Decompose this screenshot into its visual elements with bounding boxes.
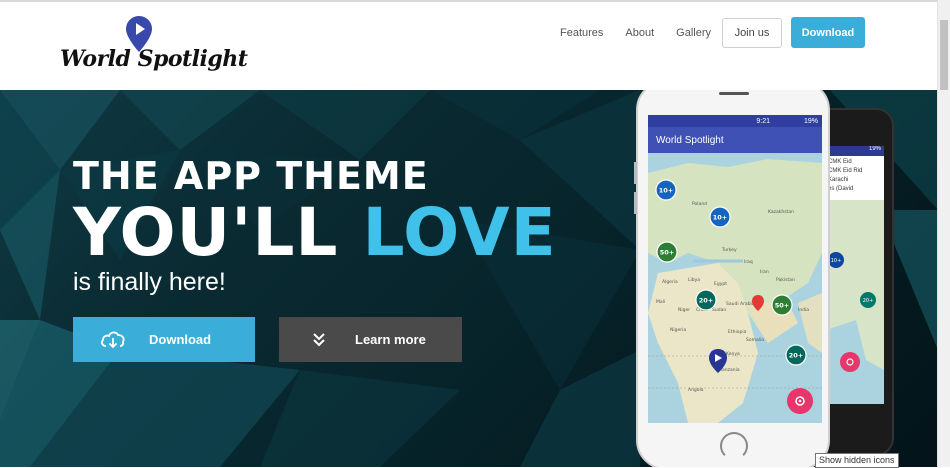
- scrollbar-thumb[interactable]: [940, 20, 948, 90]
- page-scrollbar[interactable]: [937, 0, 950, 467]
- cloud-download-icon: [93, 330, 133, 350]
- hero-heading-youll: YOU'LL: [73, 194, 339, 271]
- map-label: Libya: [688, 277, 700, 283]
- map-label: Angola: [688, 387, 704, 393]
- phone-screen: 9:21 19% World Spotlight Libya Egypt Sau…: [648, 115, 822, 423]
- hero-heading-line2: YOU'LL LOVE: [73, 194, 557, 271]
- map-cluster-label: 50+: [660, 249, 675, 257]
- phone-battery: 19%: [803, 117, 818, 125]
- map-label: Ethiopia: [728, 329, 747, 335]
- phone-map: Libya Egypt Saudi Arabia Sudan Iran Indi…: [648, 153, 822, 423]
- map-label: Poland: [692, 201, 707, 207]
- map-label: Niger: [678, 307, 690, 313]
- map-label: India: [798, 307, 809, 313]
- taskbar-tooltip: Show hidden icons: [815, 453, 899, 468]
- phone-back-list-line: CMK Eid: [828, 159, 852, 165]
- map-label: Mali: [656, 299, 665, 305]
- map-label: Nigeria: [670, 327, 686, 333]
- map-cluster-label: 50+: [775, 302, 790, 310]
- phone-status-bar: 9:21 19%: [648, 115, 822, 127]
- phone-back-list-line: Karachi: [828, 177, 849, 183]
- hero-download-button[interactable]: Download: [73, 317, 255, 362]
- map-label: Saudi Arabia: [726, 301, 755, 307]
- map-label: Algeria: [662, 279, 678, 285]
- brand-logo[interactable]: World Spotlight: [60, 16, 248, 78]
- learn-more-label: Learn more: [355, 332, 426, 347]
- phone-volume-button: [634, 192, 637, 214]
- map-label: Somalia: [746, 337, 764, 343]
- main-nav: Features About Gallery: [560, 18, 733, 48]
- nav-gallery[interactable]: Gallery: [676, 27, 711, 39]
- phone-app-bar: World Spotlight: [648, 127, 822, 153]
- phone-mockup-front: 9:21 19% World Spotlight Libya Egypt Sau…: [634, 90, 830, 467]
- map-label: Egypt: [714, 281, 727, 287]
- hero-heading-love: LOVE: [362, 194, 557, 271]
- join-us-button[interactable]: Join us: [722, 18, 782, 48]
- map-cluster-label: 10+: [713, 214, 728, 222]
- double-chevron-down-icon: [299, 332, 339, 347]
- map-label: Kenya: [726, 351, 740, 357]
- nav-features[interactable]: Features: [560, 27, 603, 39]
- map-label: Turkey: [721, 247, 737, 253]
- hero-section: THE APP THEME YOU'LL LOVE is finally her…: [0, 90, 938, 467]
- map-label: Iraq: [744, 259, 753, 265]
- phone-back-list-line: es (David: [828, 186, 854, 192]
- phone-back-map: 10+ 20+: [826, 200, 884, 404]
- map-label: Kazakhstan: [768, 209, 794, 215]
- learn-more-button[interactable]: Learn more: [279, 317, 462, 362]
- phone-back-list-line: CMK Eid Rid: [828, 168, 863, 174]
- phone-back-status-bar: 19%: [826, 146, 884, 156]
- phone-back-cluster-label: 10+: [831, 258, 842, 264]
- phone-back-screen: 19% CMK Eid CMK Eid Rid Karachi es (Davi…: [826, 146, 884, 404]
- hero-heading-line1: THE APP THEME: [73, 154, 429, 198]
- phone-back-list: CMK Eid CMK Eid Rid Karachi es (David: [826, 156, 884, 200]
- phone-back-cluster-label: 20+: [863, 298, 874, 304]
- map-label: Iran: [760, 269, 769, 275]
- brand-name: World Spotlight: [60, 46, 248, 72]
- nav-about[interactable]: About: [625, 27, 654, 39]
- header-download-button[interactable]: Download: [791, 17, 865, 48]
- map-label: Sudan: [712, 307, 726, 313]
- hero-download-label: Download: [149, 332, 212, 347]
- map-cluster-label: 20+: [699, 297, 714, 305]
- site-header: World Spotlight Features About Gallery J…: [0, 2, 938, 90]
- map-cluster-label: 10+: [659, 187, 674, 195]
- hero-subheading: is finally here!: [73, 268, 226, 296]
- map-label: Pakistan: [776, 277, 795, 283]
- phone-home-button: [720, 432, 748, 460]
- phone-app-title: World Spotlight: [656, 134, 724, 146]
- phone-speaker: [719, 92, 749, 95]
- phone-volume-button: [634, 162, 637, 184]
- map-cluster-label: 20+: [789, 352, 804, 360]
- phone-time: 9:21: [756, 117, 770, 125]
